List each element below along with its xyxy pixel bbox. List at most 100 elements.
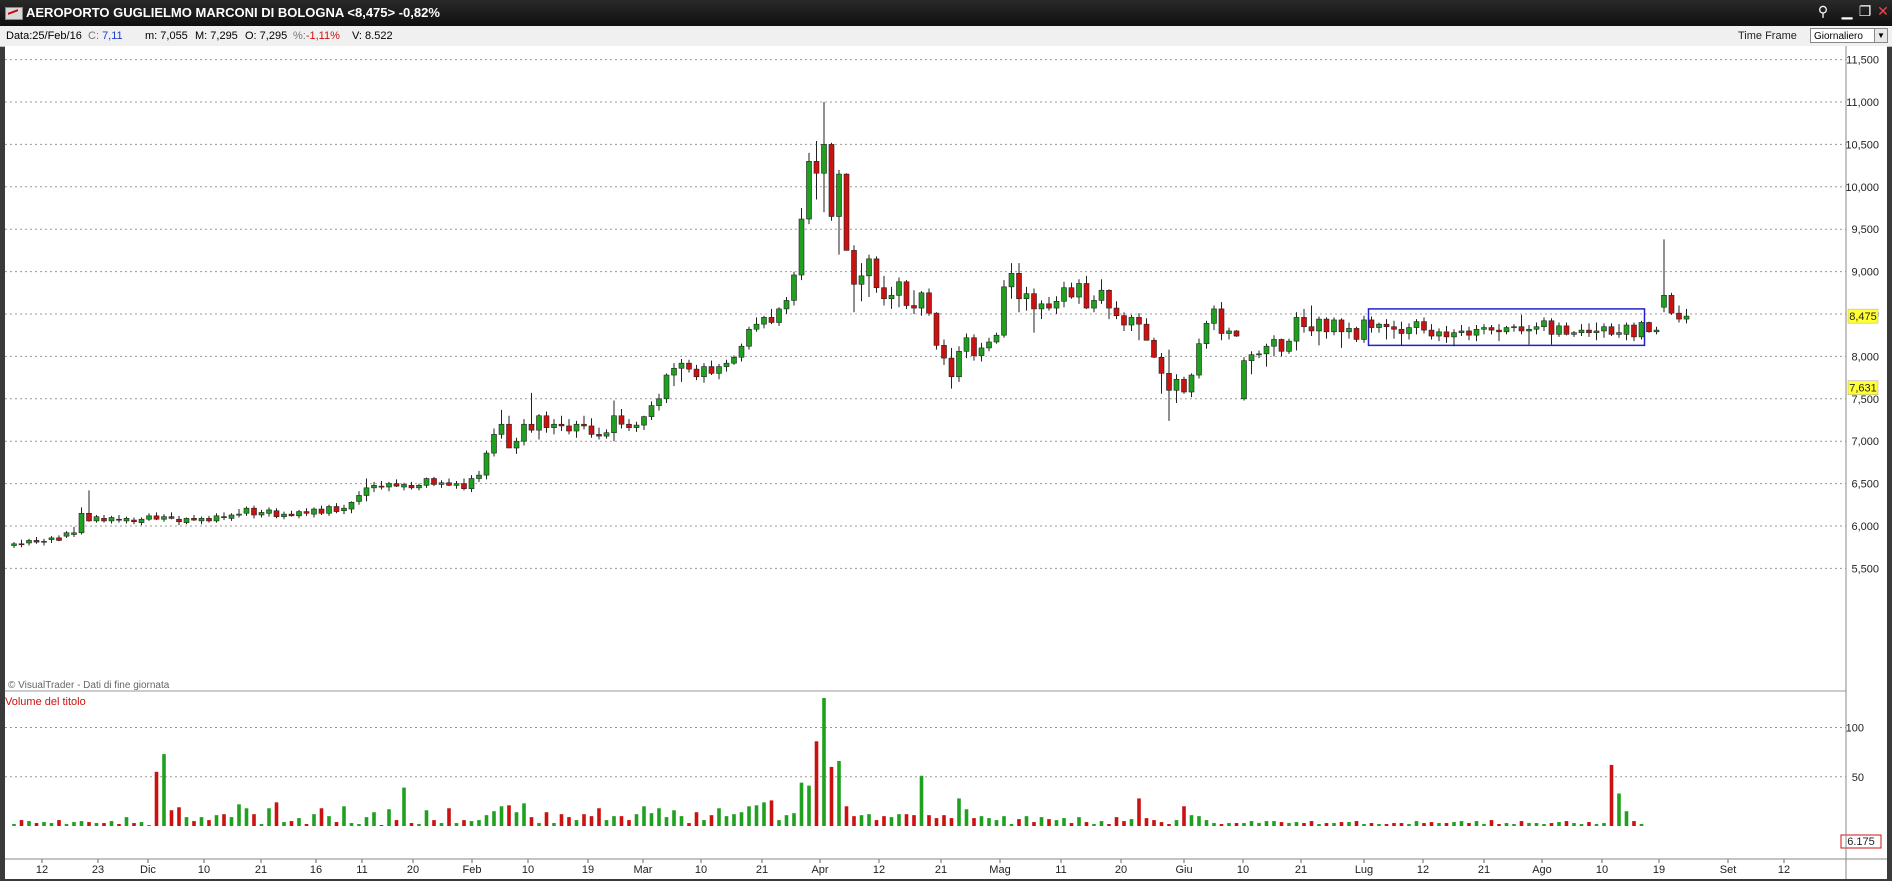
- candle: [41, 538, 47, 546]
- candle: [386, 481, 392, 492]
- candle: [491, 428, 497, 457]
- volume-bar: [619, 816, 624, 826]
- candle-body: [1436, 331, 1442, 337]
- candle: [1608, 323, 1615, 337]
- volume-bar: [289, 821, 294, 826]
- volume-bar: [837, 760, 841, 826]
- volume-bar: [304, 824, 309, 826]
- candle: [933, 312, 940, 350]
- candle: [183, 517, 190, 525]
- candle-body: [776, 308, 782, 323]
- volume-bar: [1399, 823, 1404, 826]
- timeframe-select[interactable]: Giornaliero ▼: [1810, 28, 1888, 43]
- candle-body: [446, 482, 452, 486]
- volume-bar: [109, 821, 114, 826]
- minimize-button[interactable]: ▁: [1838, 3, 1856, 21]
- candle-body: [1511, 326, 1517, 329]
- candle-body: [1683, 315, 1690, 320]
- candle-body: [311, 508, 317, 515]
- volume-bar: [912, 815, 916, 826]
- candle-body: [708, 366, 715, 374]
- volume-bar: [1242, 823, 1246, 826]
- candle: [161, 514, 167, 522]
- candle: [1233, 330, 1240, 337]
- candle-body: [536, 415, 542, 431]
- candle: [1293, 312, 1300, 351]
- candle-body: [153, 515, 160, 520]
- candle-body: [1361, 319, 1367, 340]
- candle-body: [746, 328, 752, 347]
- candle-body: [671, 367, 677, 376]
- maximize-button[interactable]: ❐: [1856, 3, 1874, 21]
- price-volume-chart[interactable]: 11,50011,00010,50010,0009,5009,0008,5008…: [5, 46, 1887, 879]
- quote-min: m: 7,055: [145, 30, 188, 42]
- candle: [1323, 317, 1330, 339]
- volume-bar: [1204, 820, 1209, 826]
- candle-body: [18, 543, 25, 546]
- candle: [303, 508, 310, 516]
- candle-body: [1421, 321, 1427, 331]
- volume-bar: [1092, 824, 1096, 826]
- candle: [221, 512, 227, 521]
- volume-tag: 6.175: [1840, 834, 1882, 849]
- candle-body: [453, 483, 460, 486]
- chevron-down-icon[interactable]: ▼: [1874, 29, 1887, 42]
- volume-bar: [334, 822, 339, 826]
- volume-bar: [1062, 818, 1066, 826]
- candle-body: [1601, 326, 1607, 332]
- volume-bar: [1189, 815, 1194, 826]
- candle: [108, 515, 115, 524]
- candle-body: [843, 173, 850, 251]
- candle-body: [1248, 354, 1255, 361]
- candle-body: [476, 474, 482, 479]
- time-tick-label: Feb: [463, 864, 482, 876]
- volume-bar: [874, 820, 879, 826]
- candle-body: [491, 434, 497, 454]
- candle: [836, 169, 842, 255]
- volume-bar: [897, 814, 901, 826]
- candle-body: [881, 287, 887, 300]
- candle-body: [348, 501, 355, 510]
- volume-bar: [732, 814, 736, 826]
- candle-body: [1668, 295, 1675, 314]
- candle: [1496, 324, 1502, 342]
- volume-bar: [1497, 824, 1501, 826]
- close-button[interactable]: ✕: [1874, 3, 1892, 21]
- volume-bar: [927, 815, 931, 826]
- pin-icon[interactable]: ⚲: [1814, 3, 1832, 21]
- candle-body: [221, 516, 227, 518]
- time-tick-label: 10: [1596, 864, 1608, 876]
- time-tick-label: 10: [522, 864, 534, 876]
- candle: [266, 507, 272, 517]
- volume-bar: [139, 822, 144, 826]
- candle-body: [611, 415, 617, 434]
- candle-body: [1481, 327, 1487, 330]
- time-tick-label: 21: [255, 864, 267, 876]
- volume-bar: [1114, 817, 1119, 826]
- volume-bar: [229, 817, 234, 826]
- candle: [1406, 323, 1412, 340]
- volume-bar: [1527, 823, 1531, 826]
- candle-body: [63, 532, 70, 537]
- candle-body: [633, 424, 640, 428]
- candle: [138, 517, 145, 526]
- volume-bar: [1279, 822, 1284, 826]
- candle-body: [288, 513, 295, 517]
- volume-bar: [544, 812, 549, 826]
- close-value: 7,11: [102, 30, 123, 42]
- candle: [63, 531, 70, 538]
- candle-body: [566, 425, 572, 432]
- timeframe-label: Time Frame: [1738, 30, 1797, 42]
- candle: [1623, 322, 1630, 341]
- candle-body: [146, 515, 152, 520]
- candle: [1158, 353, 1165, 394]
- candle: [1053, 296, 1060, 314]
- candle: [783, 297, 790, 314]
- candle-body: [1631, 324, 1637, 338]
- candle: [1428, 324, 1435, 340]
- time-tick-label: 23: [92, 864, 104, 876]
- volume-bar: [1452, 822, 1456, 826]
- volume-bar: [1384, 824, 1389, 826]
- candle-body: [783, 300, 790, 310]
- candle-body: [543, 415, 550, 428]
